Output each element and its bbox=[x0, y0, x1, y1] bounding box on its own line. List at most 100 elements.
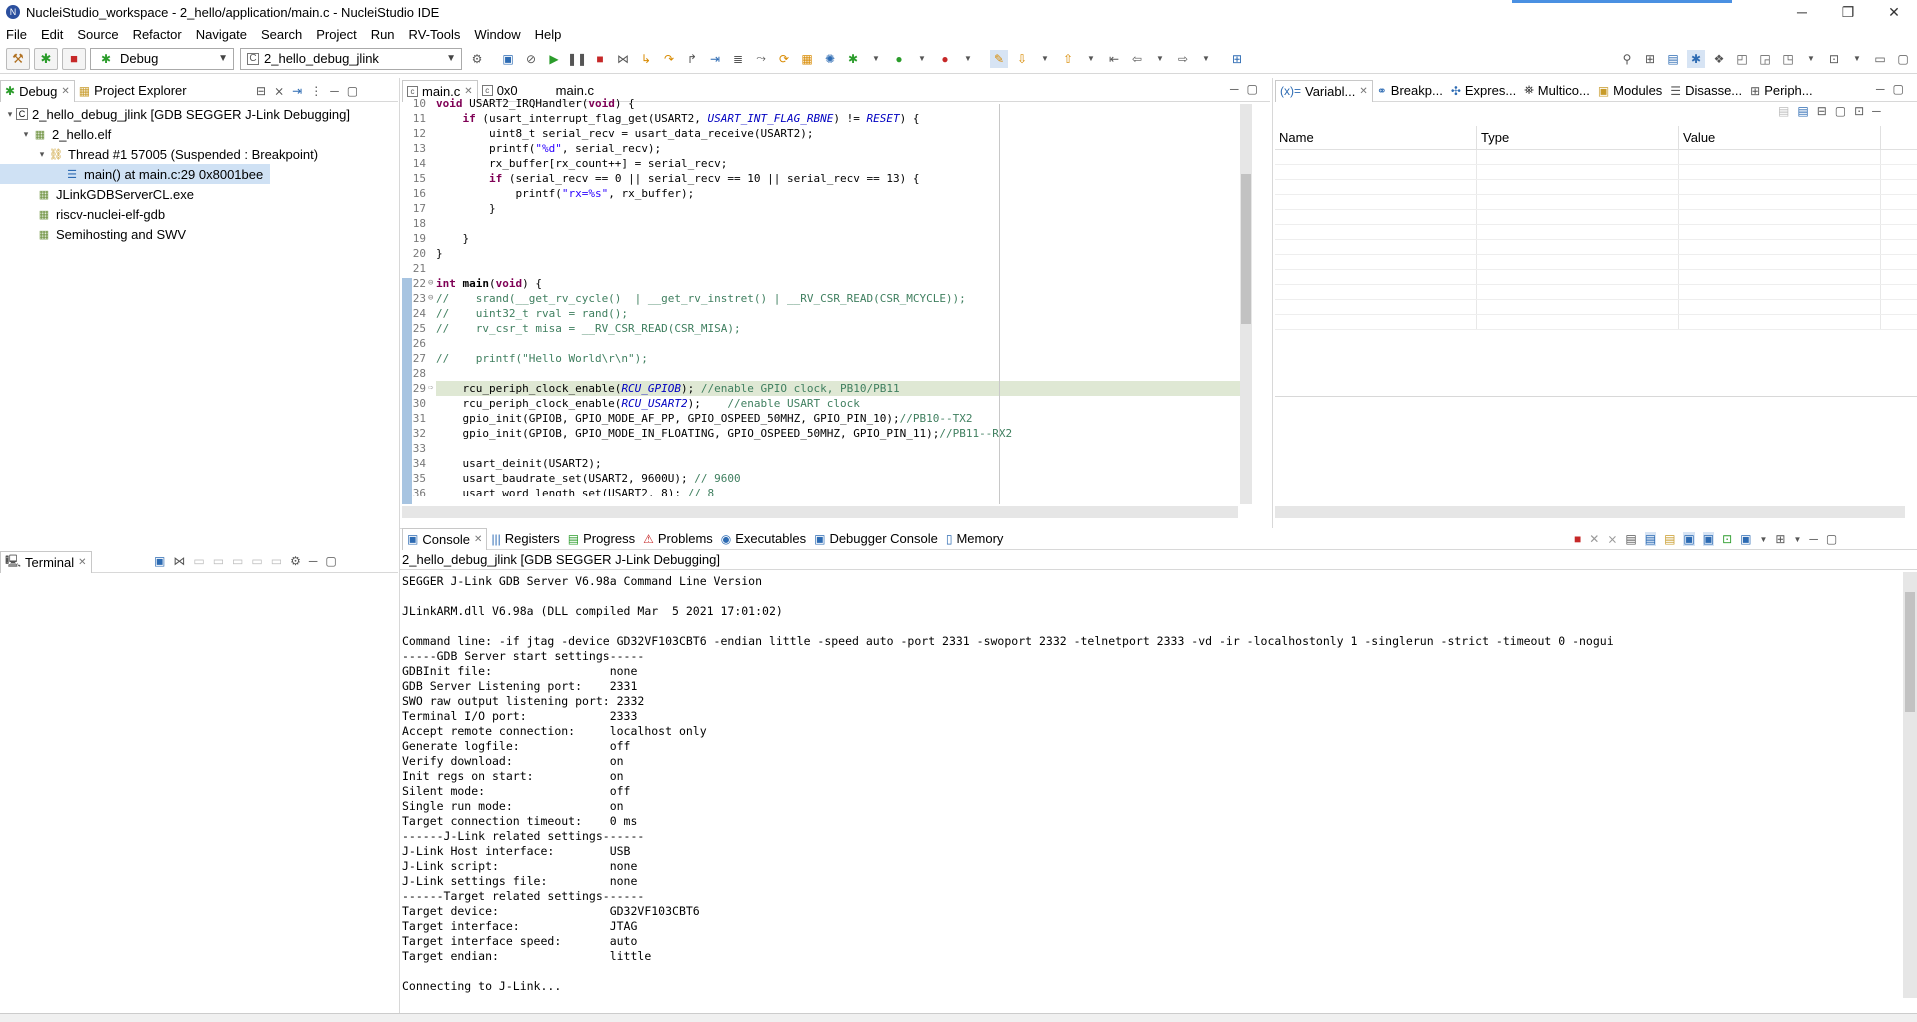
chevron-down-icon[interactable]: ▼ bbox=[1036, 50, 1054, 68]
suspend-icon[interactable]: ❚❚ bbox=[567, 50, 587, 68]
code-line[interactable]: 19 } bbox=[402, 231, 1242, 246]
code-line[interactable]: 31 gpio_init(GPIOB, GPIO_MODE_AF_PP, GPI… bbox=[402, 411, 1242, 426]
tab-debug[interactable]: ✱ Debug ✕ bbox=[0, 79, 75, 102]
left-sash[interactable] bbox=[399, 78, 400, 1022]
tab-project-explorer[interactable]: ▦ Project Explorer bbox=[75, 80, 191, 102]
tab-disassembly[interactable]: ☰ Disasse... bbox=[1666, 80, 1746, 102]
tab-debugger-console[interactable]: ▣ Debugger Console bbox=[810, 528, 942, 550]
collapse-all-icon[interactable]: ⊟ bbox=[1817, 104, 1827, 118]
code-line[interactable]: 15 if (serial_recv == 0 || serial_recv =… bbox=[402, 171, 1242, 186]
code-line[interactable]: 29 ⇨ rcu_periph_clock_enable(RCU_GPIOB); … bbox=[402, 381, 1242, 396]
show-logical-structure-icon[interactable]: ▤ bbox=[1797, 104, 1808, 118]
menu-search[interactable]: Search bbox=[261, 27, 302, 42]
menu-file[interactable]: File bbox=[6, 27, 27, 42]
minimize-view-icon[interactable]: ─ bbox=[1876, 82, 1885, 96]
tree-item-gdb[interactable]: ▦ riscv-nuclei-elf-gdb bbox=[0, 204, 398, 224]
maximize-toolbar-icon[interactable]: ▢ bbox=[1894, 50, 1912, 68]
terminate-console-icon[interactable]: ■ bbox=[1574, 532, 1581, 546]
chevron-down-icon[interactable]: ▼ bbox=[913, 50, 931, 68]
code-line[interactable]: 10 void USART2_IRQHandler(void) { bbox=[402, 96, 1242, 111]
forward-icon[interactable]: ⇨ bbox=[1174, 50, 1192, 68]
minimize-view-icon[interactable]: ─ bbox=[1872, 104, 1881, 118]
menu-navigate[interactable]: Navigate bbox=[196, 27, 247, 42]
tab-multicore[interactable]: ⛯ Multico... bbox=[1520, 80, 1594, 102]
tab-breakpoints[interactable]: ⚭ Breakp... bbox=[1373, 80, 1447, 102]
tab-expressions[interactable]: ✣ Expres... bbox=[1447, 80, 1520, 102]
code-line[interactable]: 18 bbox=[402, 216, 1242, 231]
restore-button[interactable]: ❐ bbox=[1825, 0, 1871, 24]
gear-icon[interactable]: ⚙ bbox=[468, 50, 486, 68]
menu-edit[interactable]: Edit bbox=[41, 27, 63, 42]
step-over-icon[interactable]: ↷ bbox=[660, 50, 678, 68]
c-perspective-icon[interactable]: ▤ bbox=[1664, 50, 1682, 68]
stop-launch-button[interactable]: ■ bbox=[62, 47, 86, 70]
chevron-down-icon[interactable]: ▼ bbox=[867, 50, 885, 68]
debug-perspective-icon[interactable]: ✱ bbox=[1687, 49, 1705, 68]
disconnect-icon[interactable]: ⋈ bbox=[614, 50, 632, 68]
code-line[interactable]: 12 uint8_t serial_recv = usart_data_rece… bbox=[402, 126, 1242, 141]
layout-icon[interactable]: ▢ bbox=[1835, 104, 1846, 118]
tree-item-semihosting[interactable]: ▦ Semihosting and SWV bbox=[0, 224, 398, 244]
code-line[interactable]: 14 rx_buffer[rx_count++] = serial_recv; bbox=[402, 156, 1242, 171]
view-1-icon[interactable]: ◰ bbox=[1733, 50, 1751, 68]
code-line[interactable]: 26 bbox=[402, 336, 1242, 351]
code-line[interactable]: 16 printf("rx=%s", rx_buffer); bbox=[402, 186, 1242, 201]
debug-run-icon[interactable]: ✱ bbox=[844, 50, 862, 68]
chevron-down-icon[interactable]: ▼ bbox=[1802, 50, 1820, 68]
editor-sash[interactable] bbox=[1272, 78, 1273, 528]
chevron-down-icon[interactable]: ▼ bbox=[1082, 50, 1100, 68]
code-line[interactable]: 24 // uint32_t rval = rand(); bbox=[402, 306, 1242, 321]
terminate-icon[interactable]: ■ bbox=[591, 50, 609, 68]
fold-marker-icon[interactable]: ⊖ bbox=[428, 291, 436, 306]
menu-window[interactable]: Window bbox=[474, 27, 520, 42]
terminal-settings-icon[interactable]: ⚙ bbox=[290, 554, 301, 568]
code-line[interactable]: 21 bbox=[402, 261, 1242, 276]
skip-breakpoints-icon[interactable]: ⊘ bbox=[522, 50, 540, 68]
console-toggle-icon[interactable]: ▣ bbox=[499, 50, 517, 68]
minimize-view-icon[interactable]: ─ bbox=[309, 554, 318, 568]
tree-item-stack-frame[interactable]: ☰ main() at main.c:29 0x8001bee bbox=[0, 164, 270, 184]
code-line[interactable]: 28 bbox=[402, 366, 1242, 381]
maximize-view-icon[interactable]: ▢ bbox=[325, 554, 336, 568]
tree-item-jlink-server[interactable]: ▦ JLinkGDBServerCL.exe bbox=[0, 184, 398, 204]
tab-registers[interactable]: ||| Registers bbox=[487, 528, 563, 550]
drop-frame-icon[interactable]: ⤳ bbox=[752, 50, 770, 68]
collapse-all-icon[interactable]: ⊟ bbox=[256, 84, 266, 98]
close-icon[interactable]: ✕ bbox=[474, 534, 482, 545]
clear-console-icon[interactable]: ▤ bbox=[1625, 532, 1636, 546]
search-icon[interactable]: ⚲ bbox=[1618, 50, 1636, 68]
column-header-name[interactable]: Name bbox=[1275, 125, 1477, 150]
resume-icon[interactable]: ▶ bbox=[545, 50, 563, 68]
terminal-action-5-icon[interactable]: ▭ bbox=[271, 554, 282, 568]
open-console-icon[interactable]: ⊞ bbox=[1775, 532, 1785, 546]
chevron-down-icon[interactable]: ▼ bbox=[1793, 535, 1801, 544]
code-line[interactable]: 33 bbox=[402, 441, 1242, 456]
editor-horizontal-scrollbar[interactable] bbox=[402, 506, 1238, 518]
run-icon[interactable]: ● bbox=[890, 50, 908, 68]
show-on-stderr-icon[interactable]: ▣ bbox=[1702, 532, 1715, 546]
terminal-action-1-icon[interactable]: ▭ bbox=[193, 554, 204, 568]
open-perspective-icon[interactable]: ⊞ bbox=[1228, 50, 1246, 68]
display-console-icon[interactable]: ▣ bbox=[1740, 532, 1751, 546]
launch-config-select[interactable]: C 2_hello_debug_jlink ▼ bbox=[240, 47, 462, 70]
console-output[interactable]: SEGGER J-Link GDB Server V6.98a Command … bbox=[402, 574, 1907, 1022]
code-line[interactable]: 17 } bbox=[402, 201, 1242, 216]
maximize-view-icon[interactable]: ▢ bbox=[347, 84, 358, 98]
code-line[interactable]: 34 usart_deinit(USART2); bbox=[402, 456, 1242, 471]
minimize-view-icon[interactable]: ─ bbox=[1230, 82, 1239, 96]
disconnect-terminal-icon[interactable]: ⋈ bbox=[173, 554, 185, 568]
close-icon[interactable]: ✕ bbox=[78, 557, 86, 568]
tab-problems[interactable]: ⚠ Problems bbox=[639, 528, 717, 550]
tab-terminal[interactable]: 🖳 Terminal ✕ bbox=[0, 550, 92, 573]
menu-run[interactable]: Run bbox=[371, 27, 395, 42]
minimize-toolbar-icon[interactable]: ▭ bbox=[1871, 50, 1889, 68]
restart-icon[interactable]: ⟳ bbox=[775, 50, 793, 68]
build-hammer-icon[interactable]: ⚒ bbox=[6, 47, 30, 70]
menu-rv-tools[interactable]: RV-Tools bbox=[409, 27, 461, 42]
view-menu-icon[interactable]: ⊡ bbox=[1854, 104, 1864, 118]
code-line[interactable]: 20} bbox=[402, 246, 1242, 261]
chevron-down-icon[interactable]: ▼ bbox=[1197, 50, 1215, 68]
remove-terminated-icon[interactable]: ⨯ bbox=[274, 84, 284, 98]
tree-item-elf[interactable]: ▾ ▦ 2_hello.elf bbox=[0, 124, 398, 144]
launch-mode-select[interactable]: ✱ Debug ▼ bbox=[90, 47, 234, 70]
